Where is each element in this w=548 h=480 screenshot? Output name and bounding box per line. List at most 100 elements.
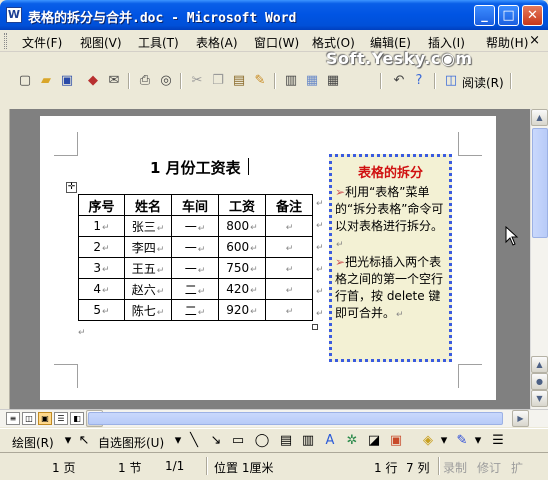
table-cell[interactable]: 5↵ <box>78 299 125 321</box>
table-cell[interactable]: ↵ <box>265 236 313 258</box>
header-cell[interactable]: 序号 <box>78 194 125 216</box>
tip-text-box[interactable]: 表格的拆分 ➢利用“表格”菜单的“拆分表格”命令可以对表格进行拆分。↵ ➢把光标… <box>329 154 452 362</box>
table-cell[interactable]: 420↵ <box>218 278 266 300</box>
horizontal-scrollbar[interactable]: ≡ ◫ ▣ ☰ ◧ ◀ ▶ <box>0 409 548 427</box>
undo-icon[interactable]: ↶ <box>390 72 408 90</box>
table-cell[interactable]: ↵ <box>265 299 313 321</box>
line-icon[interactable]: ╲ <box>186 433 202 449</box>
table-cell[interactable]: 一↵ <box>171 215 219 237</box>
print-preview-icon[interactable]: ◎ <box>157 72 175 90</box>
read-icon[interactable]: ◫ <box>442 72 460 90</box>
arrow-icon[interactable]: ↘ <box>208 433 224 449</box>
table-cell[interactable]: 600↵ <box>218 236 266 258</box>
table-cell[interactable]: 王五↵ <box>124 257 172 279</box>
format-painter-icon[interactable]: ✎ <box>251 72 269 90</box>
table-cell[interactable]: ↵ <box>265 215 313 237</box>
table-cell[interactable]: ↵ <box>265 278 313 300</box>
header-cell[interactable]: 工资 <box>218 194 266 216</box>
document-page[interactable]: 1 月份工资表 ✛ 序号 姓名 车间 工资 备注 1↵ 张三↵ 一↵ 800↵ <box>40 116 496 400</box>
new-icon[interactable]: ▢ <box>16 72 34 90</box>
close-document-icon[interactable]: × <box>529 33 540 48</box>
reading-view-icon[interactable]: ◧ <box>70 412 84 425</box>
select-objects-icon[interactable]: ↖ <box>76 433 92 449</box>
table-cell[interactable]: 赵六↵ <box>124 278 172 300</box>
status-extend[interactable]: 扩 <box>511 459 523 476</box>
header-cell[interactable]: 备注 <box>265 194 313 216</box>
table-icon[interactable]: ▦ <box>324 72 342 90</box>
header-cell[interactable]: 车间 <box>171 194 219 216</box>
save-icon[interactable]: ▣ <box>58 72 76 90</box>
outline-view-icon[interactable]: ☰ <box>54 412 68 425</box>
table-cell[interactable]: 二↵ <box>171 299 219 321</box>
table-resize-handle[interactable] <box>312 324 318 330</box>
cut-icon[interactable]: ✂ <box>188 72 206 90</box>
normal-view-icon[interactable]: ≡ <box>6 412 20 425</box>
table-cell[interactable]: ↵ <box>265 257 313 279</box>
table-cell[interactable]: 4↵ <box>78 278 125 300</box>
rectangle-icon[interactable]: ▭ <box>230 433 246 449</box>
draw-menu-button[interactable]: 绘图(R) <box>12 434 54 451</box>
table-cell[interactable]: 750↵ <box>218 257 266 279</box>
menu-help[interactable]: 帮助(H) <box>486 34 528 51</box>
table-cell[interactable]: 二↵ <box>171 278 219 300</box>
columns-icon[interactable]: ▥ <box>282 72 300 90</box>
line-color-icon[interactable]: ✎ <box>454 433 470 449</box>
picture-icon[interactable]: ▣ <box>388 433 404 449</box>
table-cell[interactable]: 1↵ <box>78 215 125 237</box>
vertical-text-box-icon[interactable]: ▥ <box>300 433 316 449</box>
menu-tools[interactable]: 工具(T) <box>138 34 179 51</box>
clip-art-icon[interactable]: ◪ <box>366 433 382 449</box>
print-layout-view-icon[interactable]: ▣ <box>38 412 52 425</box>
table-cell[interactable]: 陈七↵ <box>124 299 172 321</box>
table-cell[interactable]: 一↵ <box>171 236 219 258</box>
paste-icon[interactable]: ▤ <box>230 72 248 90</box>
oval-icon[interactable]: ◯ <box>254 433 270 449</box>
table-move-handle-icon[interactable]: ✛ <box>66 182 77 193</box>
minimize-button[interactable]: _ <box>474 5 495 26</box>
menu-table[interactable]: 表格(A) <box>196 34 238 51</box>
fill-color-icon[interactable]: ◈ <box>420 433 436 449</box>
word-app-icon[interactable]: W <box>6 7 22 23</box>
scroll-right-icon[interactable]: ▶ <box>512 410 529 427</box>
previous-page-icon[interactable]: ▲ <box>531 356 548 373</box>
horizontal-scroll-thumb[interactable] <box>88 412 503 425</box>
help-icon[interactable]: ? <box>410 72 428 90</box>
dropdown-arrow-icon[interactable]: ▾ <box>470 433 486 449</box>
wordart-icon[interactable]: A <box>322 433 338 449</box>
reading-mode-button[interactable]: 阅读(R) <box>462 74 504 91</box>
status-record[interactable]: 录制 <box>443 459 467 476</box>
header-cell[interactable]: 姓名 <box>124 194 172 216</box>
table-cell[interactable]: 800↵ <box>218 215 266 237</box>
next-page-icon[interactable]: ▼ <box>531 390 548 407</box>
dropdown-arrow-icon[interactable]: ▾ <box>170 433 186 449</box>
text-box-icon[interactable]: ▦ <box>303 72 321 90</box>
vertical-scrollbar[interactable]: ▲ ▲ ● ▼ <box>530 109 548 409</box>
close-button[interactable]: ✕ <box>522 5 543 26</box>
line-style-icon[interactable]: ☰ <box>490 433 506 449</box>
salary-table[interactable]: 序号 姓名 车间 工资 备注 1↵ 张三↵ 一↵ 800↵ ↵ 2↵ 李四↵ 一… <box>78 194 313 321</box>
scroll-up-icon[interactable]: ▲ <box>531 109 548 126</box>
print-icon[interactable]: ⎙ <box>136 72 154 90</box>
menu-file[interactable]: 文件(F) <box>22 34 62 51</box>
table-cell[interactable]: 一↵ <box>171 257 219 279</box>
table-cell[interactable]: 李四↵ <box>124 236 172 258</box>
text-box-draw-icon[interactable]: ▤ <box>278 433 294 449</box>
table-cell[interactable]: 3↵ <box>78 257 125 279</box>
dropdown-arrow-icon[interactable]: ▾ <box>60 433 76 449</box>
autoshapes-button[interactable]: 自选图形(U) <box>98 434 164 451</box>
dropdown-arrow-icon[interactable]: ▾ <box>436 433 452 449</box>
web-view-icon[interactable]: ◫ <box>22 412 36 425</box>
browse-object-icon[interactable]: ● <box>531 373 548 390</box>
menu-window[interactable]: 窗口(W) <box>254 34 299 51</box>
table-cell[interactable]: 张三↵ <box>124 215 172 237</box>
menu-grip-icon[interactable] <box>4 33 7 49</box>
open-icon[interactable]: ▰ <box>37 72 55 90</box>
permission-icon[interactable]: ◆ <box>84 72 102 90</box>
maximize-button[interactable]: □ <box>498 5 519 26</box>
table-cell[interactable]: 2↵ <box>78 236 125 258</box>
table-cell[interactable]: 920↵ <box>218 299 266 321</box>
vertical-scroll-thumb[interactable] <box>532 128 548 238</box>
status-track-changes[interactable]: 修订 <box>477 459 501 476</box>
diagram-icon[interactable]: ✲ <box>344 433 360 449</box>
copy-icon[interactable]: ❐ <box>209 72 227 90</box>
